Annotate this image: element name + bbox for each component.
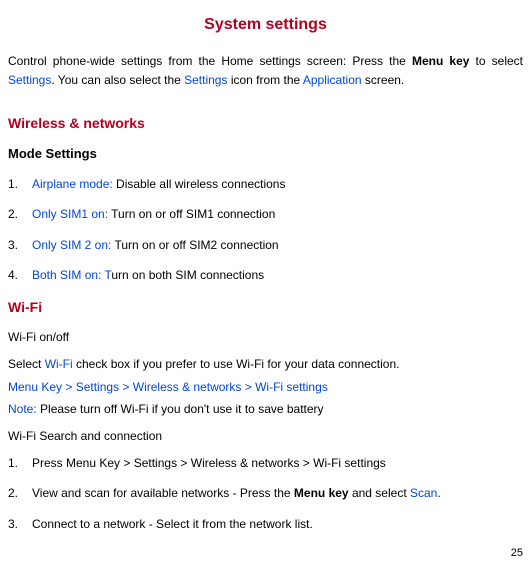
intro-text: Control phone-wide settings from the Hom… <box>8 54 412 68</box>
mode-name: Airplane mode: <box>32 177 113 191</box>
list-item: 3.Only SIM 2 on: Turn on or off SIM2 con… <box>8 236 523 255</box>
intro-text: . You can also select the <box>51 73 184 87</box>
menu-key-text: Menu key <box>294 486 349 500</box>
settings-link: Settings <box>184 73 227 87</box>
wifi-onoff-heading: Wi-Fi on/off <box>8 328 523 347</box>
mode-desc: urn on both SIM connections <box>111 268 264 282</box>
wifi-heading: Wi-Fi <box>8 296 523 318</box>
wifi-path: Menu Key > Settings > Wireless & network… <box>8 378 523 397</box>
list-item: 4.Both SIM on: Turn on both SIM connecti… <box>8 266 523 285</box>
list-item: 2.Only SIM1 on: Turn on or off SIM1 conn… <box>8 205 523 224</box>
intro-text: icon from the <box>227 73 302 87</box>
list-number: 2. <box>8 484 32 503</box>
list-body: Both SIM on: Turn on both SIM connection… <box>32 266 264 285</box>
list-item: 1.Press Menu Key > Settings > Wireless &… <box>8 454 523 473</box>
list-body: Only SIM1 on: Turn on or off SIM1 connec… <box>32 205 275 224</box>
mode-settings-list: 1.Airplane mode: Disable all wireless co… <box>8 175 523 285</box>
wifi-search-heading: Wi-Fi Search and connection <box>8 427 523 446</box>
list-item: 2.View and scan for available networks -… <box>8 484 523 503</box>
mode-name: Only SIM 2 on: <box>32 238 111 252</box>
list-body: View and scan for available networks - P… <box>32 484 441 503</box>
mode-desc: Disable all wireless connections <box>113 177 286 191</box>
list-number: 4. <box>8 266 32 285</box>
intro-text: screen. <box>362 73 405 87</box>
list-item: 1.Airplane mode: Disable all wireless co… <box>8 175 523 194</box>
text: Press Menu Key > Settings > Wireless & n… <box>32 456 386 470</box>
list-number: 3. <box>8 236 32 255</box>
list-number: 2. <box>8 205 32 224</box>
note-label: Note: <box>8 402 37 416</box>
list-body: Only SIM 2 on: Turn on or off SIM2 conne… <box>32 236 279 255</box>
intro-paragraph: Control phone-wide settings from the Hom… <box>8 52 523 90</box>
text: View and scan for available networks - P… <box>32 486 294 500</box>
wifi-search-list: 1.Press Menu Key > Settings > Wireless &… <box>8 454 523 534</box>
settings-link: Settings <box>8 73 51 87</box>
text: . <box>437 486 440 500</box>
text: Select <box>8 357 45 371</box>
application-link: Application <box>303 73 362 87</box>
wireless-heading: Wireless & networks <box>8 112 523 134</box>
menu-key-text: Menu key <box>412 54 469 68</box>
mode-name: Both SIM on: T <box>32 268 111 282</box>
wifi-note: Note: Please turn off Wi-Fi if you don't… <box>8 400 523 419</box>
scan-link: Scan <box>410 486 437 500</box>
mode-desc: Turn on or off SIM2 connection <box>111 238 278 252</box>
text: check box if you prefer to use Wi-Fi for… <box>73 357 400 371</box>
text: and select <box>349 486 410 500</box>
list-number: 1. <box>8 175 32 194</box>
mode-desc: Turn on or off SIM1 connection <box>108 207 275 221</box>
list-number: 1. <box>8 454 32 473</box>
text: Connect to a network - Select it from th… <box>32 517 313 531</box>
list-body: Airplane mode: Disable all wireless conn… <box>32 175 285 194</box>
mode-settings-heading: Mode Settings <box>8 144 523 165</box>
note-text: Please turn off Wi-Fi if you don't use i… <box>37 402 324 416</box>
page-title: System settings <box>8 12 523 38</box>
wifi-select-text: Select Wi-Fi check box if you prefer to … <box>8 355 523 374</box>
list-body: Press Menu Key > Settings > Wireless & n… <box>32 454 386 473</box>
page-number: 25 <box>8 545 523 563</box>
mode-name: Only SIM1 on: <box>32 207 108 221</box>
intro-text: to select <box>469 54 523 68</box>
wifi-link: Wi-Fi <box>45 357 73 371</box>
